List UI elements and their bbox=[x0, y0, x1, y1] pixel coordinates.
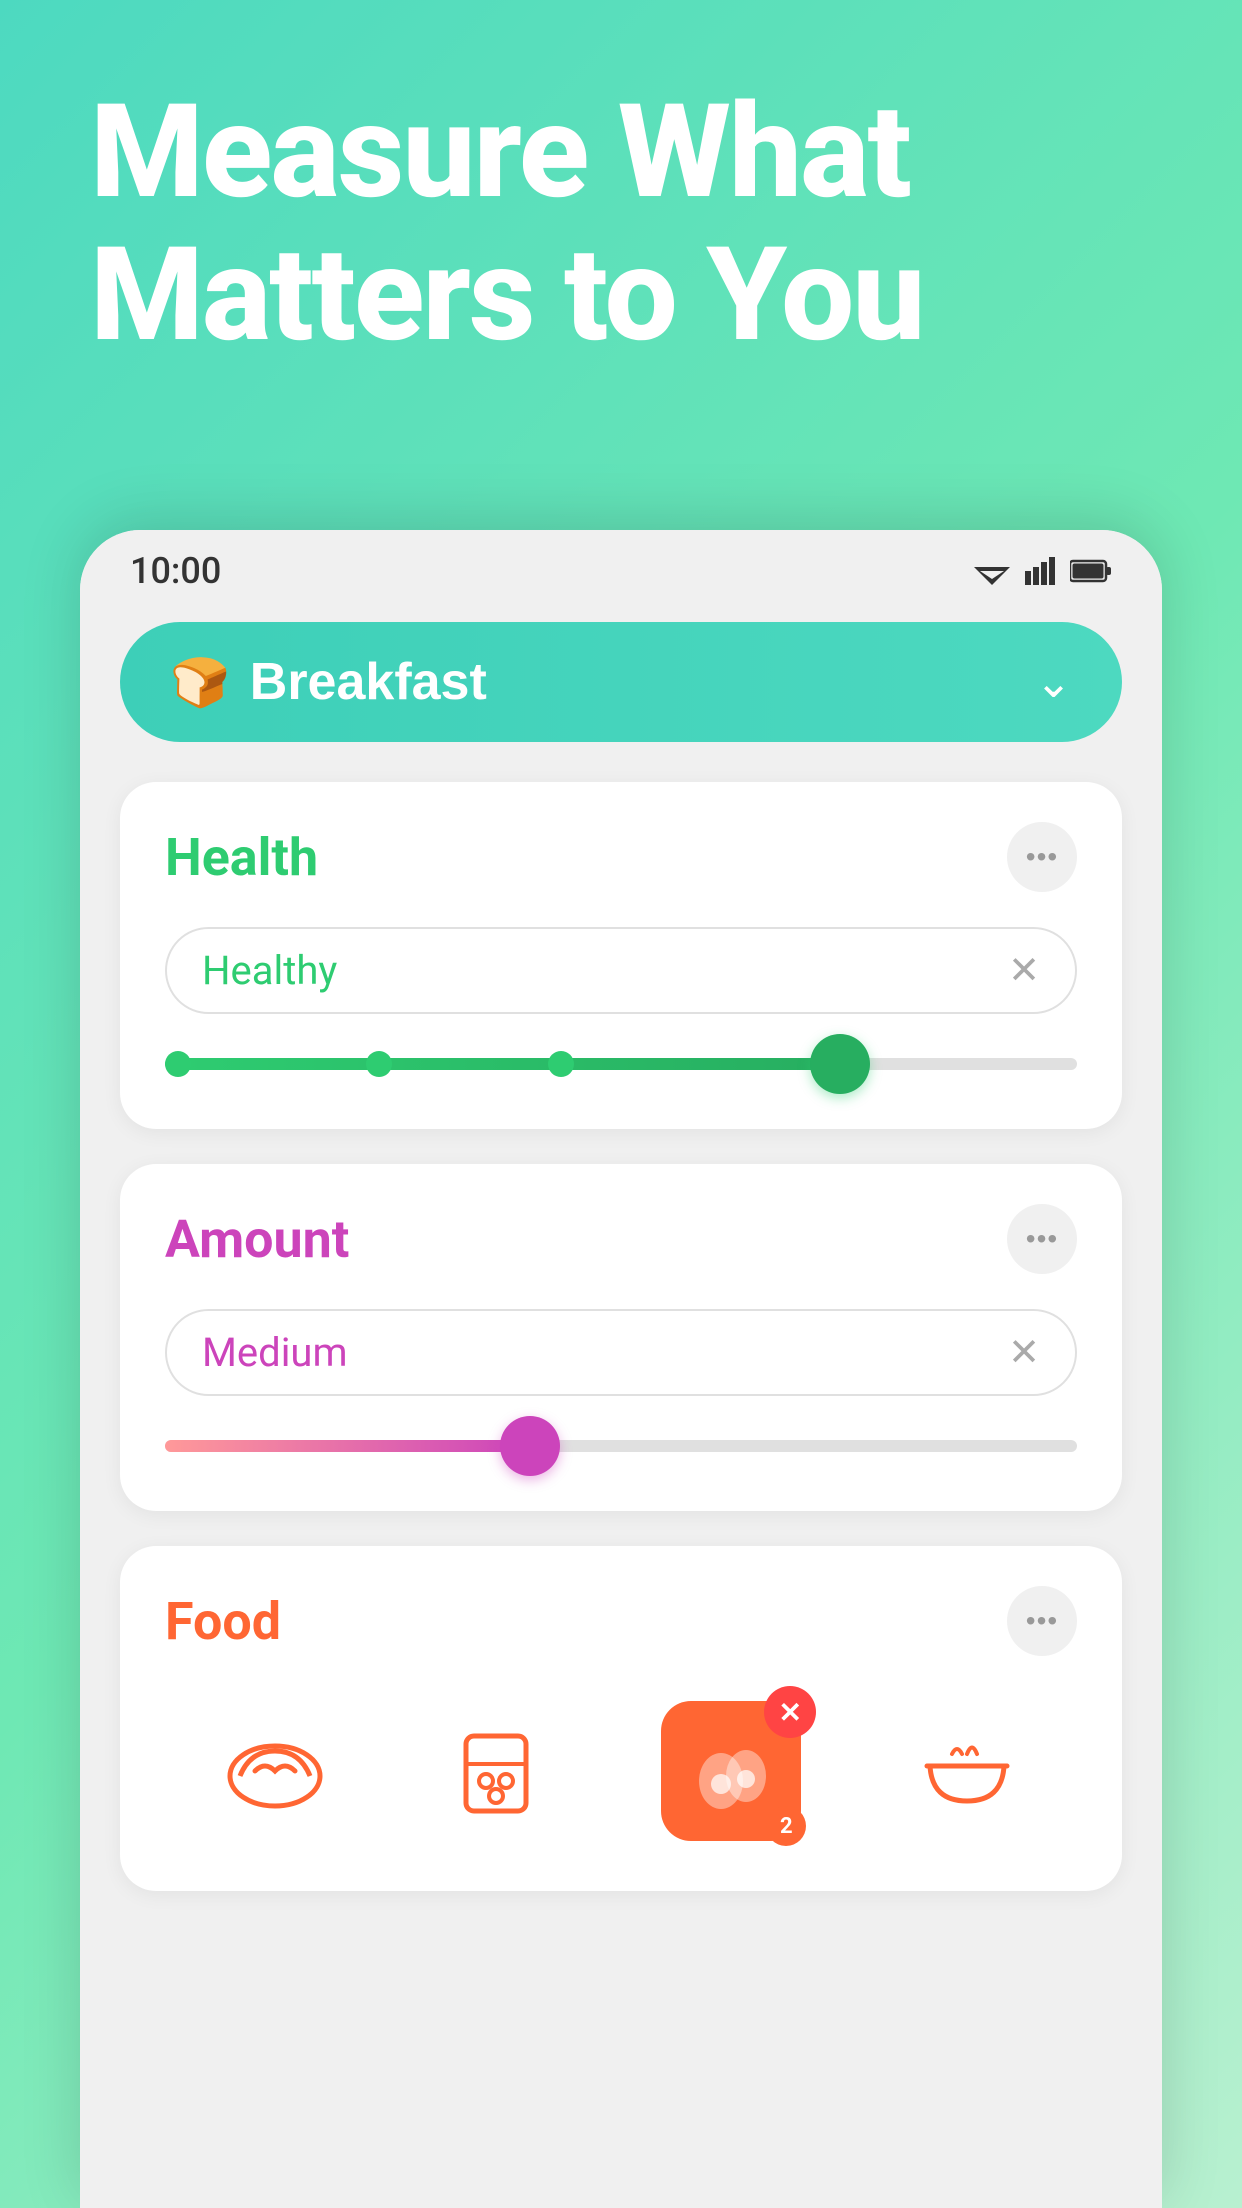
health-tag-chip: Healthy ✕ bbox=[165, 927, 1077, 1014]
battery-icon bbox=[1070, 559, 1112, 583]
health-slider-thumb[interactable] bbox=[810, 1034, 870, 1094]
amount-slider[interactable] bbox=[165, 1431, 1077, 1461]
breakfast-icon: 🍞 bbox=[170, 654, 230, 711]
amount-slider-thumb[interactable] bbox=[500, 1416, 560, 1476]
hero-title: Measure What Matters to You bbox=[90, 80, 1152, 366]
amount-tag-close-icon[interactable]: ✕ bbox=[1008, 1330, 1040, 1375]
status-icons bbox=[974, 557, 1112, 585]
eggs-icon bbox=[686, 1726, 776, 1816]
health-slider-dot-3 bbox=[548, 1051, 574, 1077]
amount-card: Amount ••• Medium ✕ bbox=[120, 1164, 1122, 1511]
food-icons-row: ✕ 2 bbox=[165, 1691, 1077, 1851]
bread-icon bbox=[220, 1716, 330, 1826]
food-more-button[interactable]: ••• bbox=[1007, 1586, 1077, 1656]
phone-content: 🍞 Breakfast ⌄ Health ••• Healthy ✕ bbox=[80, 602, 1162, 2190]
health-more-button[interactable]: ••• bbox=[1007, 822, 1077, 892]
status-time: 10:00 bbox=[130, 550, 221, 592]
phone-mockup: 10:00 bbox=[80, 530, 1162, 2208]
amount-slider-fill bbox=[165, 1440, 530, 1452]
breakfast-left: 🍞 Breakfast bbox=[170, 652, 487, 712]
health-slider-fill bbox=[165, 1058, 840, 1070]
hero-title-line2: Matters to You bbox=[90, 218, 923, 371]
signal-icon bbox=[1025, 557, 1055, 585]
health-card: Health ••• Healthy ✕ bbox=[120, 782, 1122, 1129]
amount-tag-chip: Medium ✕ bbox=[165, 1309, 1077, 1396]
amount-tag-text: Medium bbox=[202, 1329, 348, 1376]
health-card-header: Health ••• bbox=[165, 822, 1077, 892]
food-item-bread[interactable] bbox=[220, 1716, 330, 1826]
cereal-icon bbox=[441, 1716, 551, 1826]
chevron-down-icon: ⌄ bbox=[1035, 657, 1072, 708]
health-tag-close-icon[interactable]: ✕ bbox=[1008, 948, 1040, 993]
food-item-bowl[interactable] bbox=[912, 1716, 1022, 1826]
amount-more-button[interactable]: ••• bbox=[1007, 1204, 1077, 1274]
wifi-icon bbox=[974, 557, 1010, 585]
eggs-remove-badge[interactable]: ✕ bbox=[764, 1686, 816, 1738]
bowl-icon bbox=[912, 1716, 1022, 1826]
health-slider[interactable] bbox=[165, 1049, 1077, 1079]
hero-title-line1: Measure What bbox=[90, 75, 910, 228]
breakfast-label: Breakfast bbox=[250, 652, 487, 712]
breakfast-button[interactable]: 🍞 Breakfast ⌄ bbox=[120, 622, 1122, 742]
amount-card-header: Amount ••• bbox=[165, 1204, 1077, 1274]
status-bar: 10:00 bbox=[80, 530, 1162, 602]
eggs-count-badge: 2 bbox=[766, 1806, 806, 1846]
health-slider-dot-2 bbox=[366, 1051, 392, 1077]
food-card-title: Food bbox=[165, 1591, 281, 1652]
health-card-title: Health bbox=[165, 827, 318, 888]
amount-card-title: Amount bbox=[165, 1209, 349, 1270]
health-slider-dot-1 bbox=[165, 1051, 191, 1077]
health-slider-track bbox=[165, 1058, 1077, 1070]
food-card-header: Food ••• bbox=[165, 1586, 1077, 1656]
health-tag-text: Healthy bbox=[202, 947, 337, 994]
food-item-cereal[interactable] bbox=[441, 1716, 551, 1826]
food-card: Food ••• bbox=[120, 1546, 1122, 1891]
food-item-eggs[interactable]: ✕ 2 bbox=[661, 1701, 801, 1841]
amount-slider-track bbox=[165, 1440, 1077, 1452]
